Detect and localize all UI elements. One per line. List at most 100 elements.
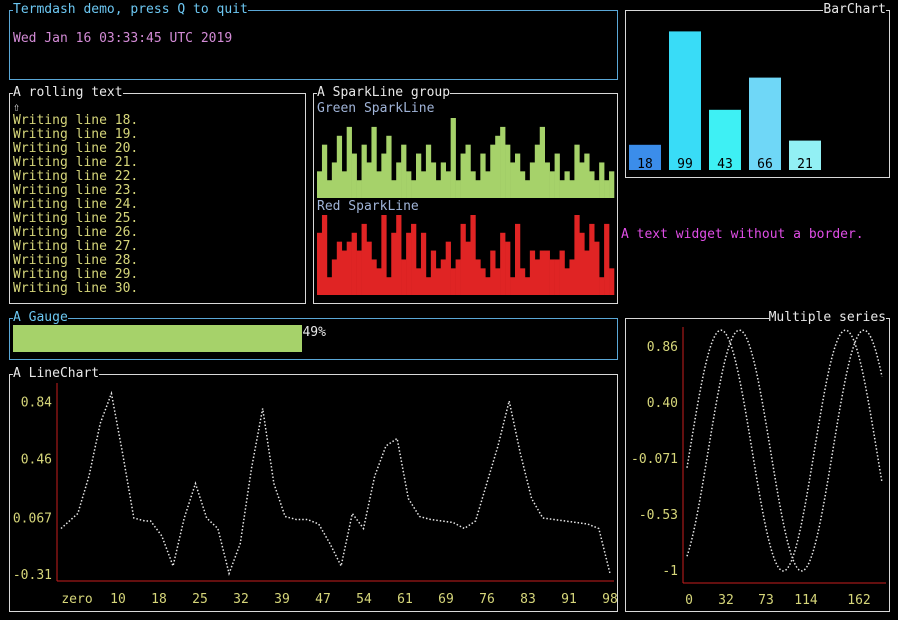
- green-sparkline-bar: [391, 180, 397, 198]
- red-sparkline-bar: [341, 250, 347, 295]
- green-sparkline-bar: [317, 171, 323, 198]
- rolling-text-line: Writing line 26.: [13, 225, 139, 240]
- red-sparkline-bar: [505, 241, 511, 295]
- x-tick-label: 47: [315, 592, 331, 607]
- red-sparkline-bar: [336, 241, 343, 295]
- red-sparkline-bar: [440, 259, 446, 295]
- x-tick-label: 162: [847, 593, 870, 608]
- green-sparkline-bar: [341, 171, 347, 198]
- red-sparkline-bar: [544, 250, 550, 295]
- red-sparkline-bar: [579, 232, 585, 295]
- bar-value-label: 99: [677, 157, 693, 172]
- green-sparkline-bar: [495, 135, 501, 198]
- red-sparkline-bar: [475, 259, 481, 295]
- green-sparkline-bar: [326, 180, 333, 198]
- red-sparkline-bar: [465, 241, 471, 295]
- green-sparkline-bar: [519, 171, 526, 198]
- bar-value-label: 18: [637, 157, 653, 172]
- green-sparkline-bar: [331, 162, 338, 198]
- green-sparkline-bar: [386, 135, 392, 198]
- red-sparkline-bar: [480, 268, 486, 295]
- rolling-text-line: Writing line 23.: [13, 183, 139, 198]
- gauge-percent-label: 49%: [302, 325, 326, 340]
- gauge-panel: A Gauge 49%: [9, 310, 618, 360]
- rolling-text-line: Writing line 27.: [13, 239, 139, 254]
- rolling-text-line: Writing line 25.: [13, 211, 139, 226]
- series-line: [686, 329, 883, 572]
- red-sparkline-bar: [331, 259, 338, 295]
- sparkline-panel: A SparkLine group Green SparkLine Red Sp…: [313, 85, 618, 304]
- green-sparkline-bar: [356, 180, 362, 198]
- red-sparkline-bar: [559, 250, 565, 295]
- green-sparkline-bar: [564, 171, 570, 198]
- green-sparkline-bar: [336, 135, 343, 198]
- rolling-text-lines: Writing line 18. Writing line 19. Writing …: [13, 114, 138, 296]
- green-sparkline-bar: [420, 171, 427, 198]
- red-sparkline-bar: [455, 259, 461, 295]
- red-sparkline-bar: [371, 259, 377, 295]
- green-sparkline-bar: [549, 171, 555, 198]
- green-sparkline-bar: [450, 118, 456, 198]
- red-sparkline-bar: [391, 232, 397, 295]
- green-sparkline-bar: [480, 153, 486, 198]
- x-tick-label: 61: [397, 592, 413, 607]
- clock-text: Wed Jan 16 03:33:45 UTC 2019: [13, 31, 233, 46]
- green-sparkline-bar: [609, 171, 615, 198]
- red-sparkline-bar: [510, 277, 516, 295]
- red-sparkline-bar: [386, 277, 392, 295]
- red-sparkline-bar: [430, 250, 437, 295]
- green-sparkline-bar: [396, 162, 402, 198]
- rolling-text-line: Writing line 28.: [13, 253, 139, 268]
- y-tick-label: -1: [662, 564, 678, 579]
- x-tick-label: 83: [520, 592, 536, 607]
- green-sparkline-bar: [599, 162, 605, 198]
- red-sparkline-bar: [604, 223, 610, 295]
- green-sparkline-bar: [594, 180, 600, 198]
- barchart-bars: 18 99 43 66 21: [629, 31, 821, 172]
- x-tick-label: 32: [233, 592, 249, 607]
- green-sparkline-bar: [470, 171, 476, 198]
- green-sparkline-bar: [460, 153, 466, 198]
- red-sparkline-bar: [519, 268, 526, 295]
- red-sparkline-bar: [589, 223, 595, 295]
- green-sparkline-bar: [445, 171, 451, 198]
- red-sparkline-bar: [321, 215, 328, 295]
- green-sparkline-bar: [569, 180, 575, 198]
- green-sparkline-bar: [381, 153, 387, 198]
- x-tick-label: 25: [192, 592, 208, 607]
- red-sparkline-bar: [376, 268, 382, 295]
- red-sparkline-bar: [485, 277, 491, 295]
- red-sparkline-bar: [460, 223, 466, 295]
- rolling-text-line: Writing line 22.: [13, 169, 139, 184]
- bar-value-label: 66: [757, 157, 773, 172]
- x-tick-label: 0: [685, 593, 693, 608]
- scroll-up-icon[interactable]: ⇧: [13, 100, 20, 114]
- red-sparkline-bar: [435, 268, 442, 295]
- red-sparkline-bar: [569, 259, 575, 295]
- red-sparkline-bar: [351, 232, 357, 295]
- red-sparkline-bar: [490, 250, 496, 295]
- x-tick-label: 73: [758, 593, 774, 608]
- green-sparkline-bar: [544, 162, 550, 198]
- red-sparkline-bar: [539, 250, 545, 295]
- y-tick-label: -0.53: [639, 508, 678, 523]
- linechart-plot: 0.84 0.46 0.067 -0.31 zero 10 18 25 32 39 47 54 61 69…: [13, 383, 618, 607]
- green-sparkline-bar: [574, 144, 580, 198]
- x-tick-label: 91: [561, 592, 577, 607]
- rolling-text-panel[interactable]: A rolling text ⇧ Writing line 18. Writing…: [9, 85, 306, 304]
- green-sparkline-bar: [401, 144, 407, 198]
- y-tick-label: 0.84: [21, 396, 52, 411]
- bar-value-label: 21: [797, 157, 813, 172]
- x-tick-label: 69: [438, 592, 454, 607]
- green-sparkline-bar: [534, 144, 541, 198]
- red-sparkline-bar: [317, 232, 323, 295]
- red-sparkline-bar: [524, 277, 531, 295]
- x-tick-label: 98: [602, 592, 618, 607]
- red-sparkline-bar: [609, 268, 615, 295]
- red-sparkline-bar: [326, 277, 333, 295]
- green-sparkline-bar: [554, 153, 560, 198]
- green-sparkline-bar: [465, 144, 471, 198]
- x-tick-label: 39: [274, 592, 290, 607]
- green-sparkline-bar: [604, 180, 610, 198]
- red-sparkline-bar: [564, 268, 570, 295]
